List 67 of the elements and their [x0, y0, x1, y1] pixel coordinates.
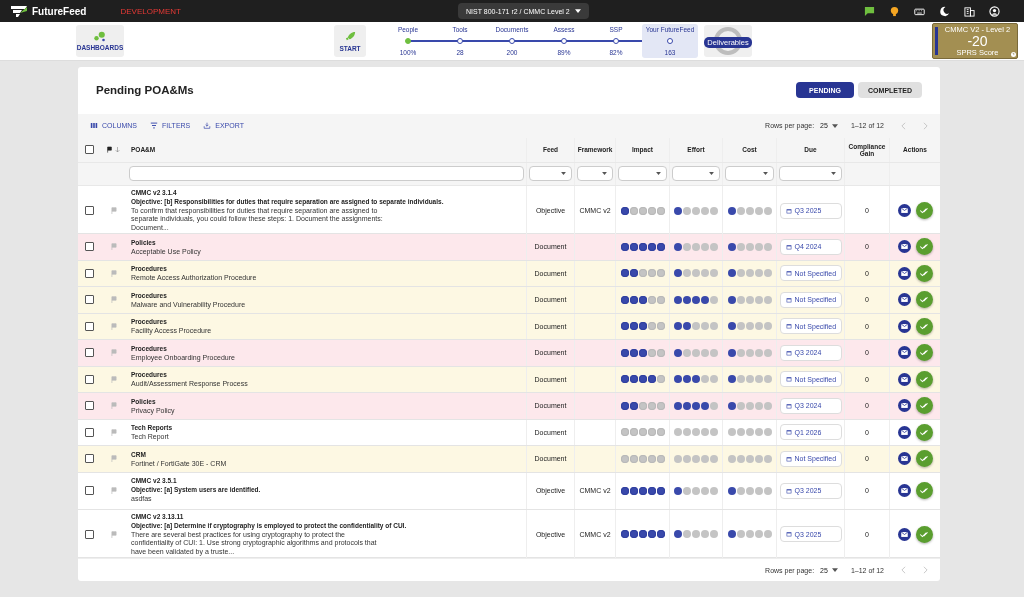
calendar-icon — [785, 455, 792, 462]
download-icon — [203, 122, 212, 130]
flag-icon[interactable] — [107, 146, 112, 154]
mail-icon[interactable] — [897, 293, 911, 307]
mail-icon[interactable] — [897, 346, 911, 360]
row-checkbox[interactable] — [84, 242, 94, 252]
mail-icon[interactable] — [897, 372, 911, 386]
caret-icon — [831, 172, 836, 176]
caret-icon — [831, 123, 838, 128]
mail-icon[interactable] — [897, 204, 911, 217]
row-checkbox[interactable] — [84, 486, 94, 496]
table-row[interactable] — [78, 509, 940, 558]
calendar-icon — [785, 349, 792, 356]
help-icon[interactable] — [1011, 52, 1016, 57]
calendar-icon — [785, 531, 792, 538]
select-all-checkbox[interactable] — [84, 145, 94, 155]
calendar-icon — [785, 487, 792, 494]
app-name[interactable]: FutureFeed — [32, 5, 87, 17]
rocket-icon — [344, 30, 356, 42]
calendar-icon — [785, 270, 792, 277]
calendar-icon — [785, 243, 792, 250]
calendar-icon — [785, 402, 792, 409]
keyboard-icon[interactable] — [914, 5, 925, 17]
calendar-icon — [785, 376, 792, 383]
mail-icon[interactable] — [897, 484, 911, 498]
row-checkbox[interactable] — [84, 206, 94, 215]
row-checkbox[interactable] — [84, 268, 94, 278]
caret-icon — [574, 9, 581, 13]
calendar-icon — [785, 296, 792, 303]
logo-icon — [10, 5, 28, 17]
row-checkbox[interactable] — [84, 427, 94, 437]
dots-icon — [93, 31, 107, 42]
calendar-icon — [785, 207, 792, 214]
chat-icon[interactable] — [864, 5, 875, 17]
score-value: -20 — [967, 34, 988, 48]
row-checkbox[interactable] — [84, 374, 94, 384]
environment-label: DEVELOPMENT — [120, 6, 181, 16]
row-checkbox[interactable] — [84, 348, 94, 358]
search-field[interactable] — [129, 166, 524, 182]
row-checkbox[interactable] — [84, 321, 94, 331]
caret-icon — [763, 172, 768, 176]
mail-icon[interactable] — [897, 399, 911, 413]
calendar-icon — [785, 429, 792, 436]
caret-icon — [656, 172, 661, 176]
row-checkbox[interactable] — [84, 295, 94, 305]
lightbulb-icon[interactable] — [889, 5, 900, 17]
table-row[interactable] — [78, 185, 940, 235]
row-checkbox[interactable] — [84, 454, 94, 464]
account-icon[interactable] — [989, 5, 1000, 17]
mail-icon[interactable] — [897, 425, 911, 439]
page-title: Pending POA&Ms — [96, 84, 194, 97]
caret-icon — [561, 172, 566, 176]
row-checkbox[interactable] — [84, 529, 94, 539]
columns-icon — [90, 122, 98, 130]
mail-icon[interactable] — [897, 240, 911, 254]
mail-icon[interactable] — [897, 319, 911, 333]
caret-icon — [831, 568, 838, 572]
building-icon[interactable] — [964, 5, 975, 17]
calendar-icon — [785, 323, 792, 330]
mail-icon[interactable] — [897, 452, 911, 466]
mail-icon[interactable] — [897, 266, 911, 280]
moon-icon[interactable] — [939, 5, 950, 17]
mail-icon[interactable] — [897, 527, 911, 541]
caret-icon — [709, 172, 714, 176]
caret-icon — [602, 172, 607, 176]
filter-icon — [150, 122, 158, 130]
row-checkbox[interactable] — [84, 401, 94, 411]
